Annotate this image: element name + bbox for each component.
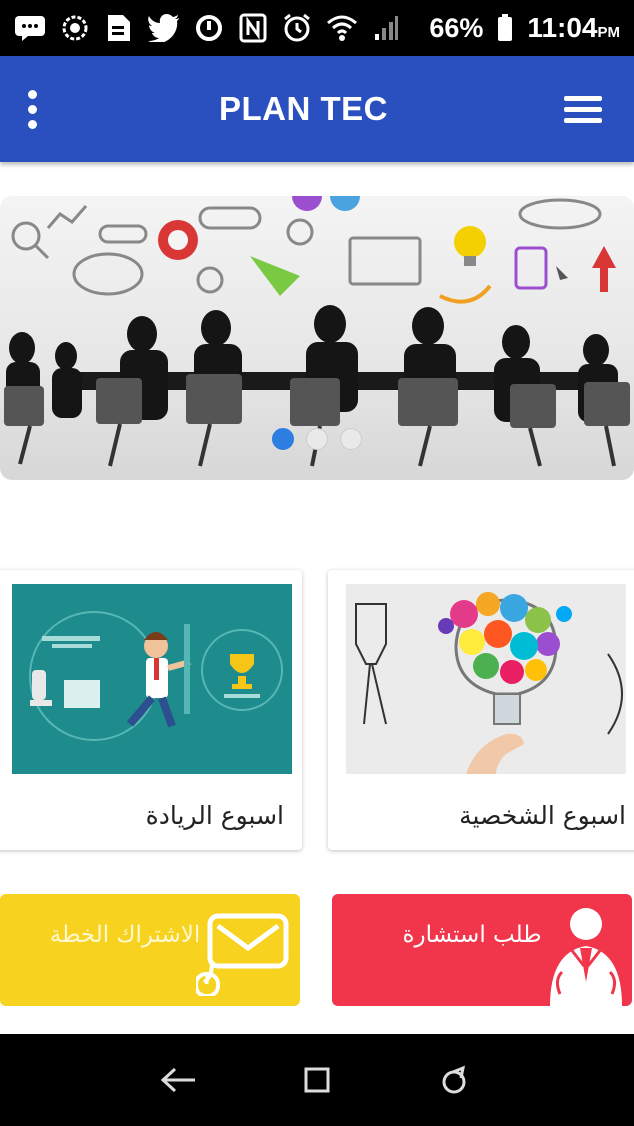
status-bar: 66% 11:04PM — [0, 0, 634, 56]
request-consultation-label: طلب استشارة — [402, 922, 542, 948]
card-entrepreneurship-week[interactable]: اسبوع الريادة — [0, 570, 302, 850]
colorful-lightbulb-illustration — [346, 584, 626, 774]
battery-percentage: 66% — [429, 12, 484, 43]
app-title: PLAN TEC — [219, 90, 388, 127]
carousel-indicator — [272, 428, 362, 450]
home-icon[interactable] — [287, 1050, 347, 1110]
subscribe-plan-button[interactable]: الاشتراك الخطة — [0, 894, 300, 1006]
envelope-mouse-icon — [194, 906, 296, 1000]
card-title: اسبوع الشخصية — [459, 801, 626, 830]
card-personality-week[interactable]: اسبوع الشخصية — [328, 570, 634, 850]
request-consultation-button[interactable]: طلب استشارة — [332, 894, 632, 1006]
recents-icon[interactable] — [425, 1050, 485, 1110]
twitter-icon — [147, 11, 180, 45]
card-title: اسبوع الريادة — [145, 801, 284, 830]
hamburger-menu-icon[interactable] — [564, 90, 602, 129]
signal-icon — [372, 11, 402, 45]
comfort-zone-illustration — [12, 584, 292, 774]
carousel-dot-2[interactable] — [306, 428, 328, 450]
system-nav-bar — [0, 1034, 634, 1126]
wifi-icon — [326, 11, 358, 45]
app-bar: PLAN TEC — [0, 56, 634, 162]
clock: 11:04PM — [527, 12, 620, 43]
sync-icon — [194, 11, 224, 45]
kebab-menu-icon[interactable] — [22, 84, 43, 135]
alarm-icon — [282, 11, 312, 45]
message-icon — [14, 11, 46, 45]
carousel-dot-3[interactable] — [340, 428, 362, 450]
nfc-icon — [238, 11, 268, 45]
battery-icon — [497, 11, 513, 45]
document-icon — [104, 11, 134, 45]
businessman-icon — [540, 902, 630, 1006]
settings-icon — [60, 11, 90, 45]
subscribe-plan-label: الاشتراك الخطة — [49, 922, 201, 948]
back-icon[interactable] — [149, 1050, 209, 1110]
carousel-dot-1[interactable] — [272, 428, 294, 450]
